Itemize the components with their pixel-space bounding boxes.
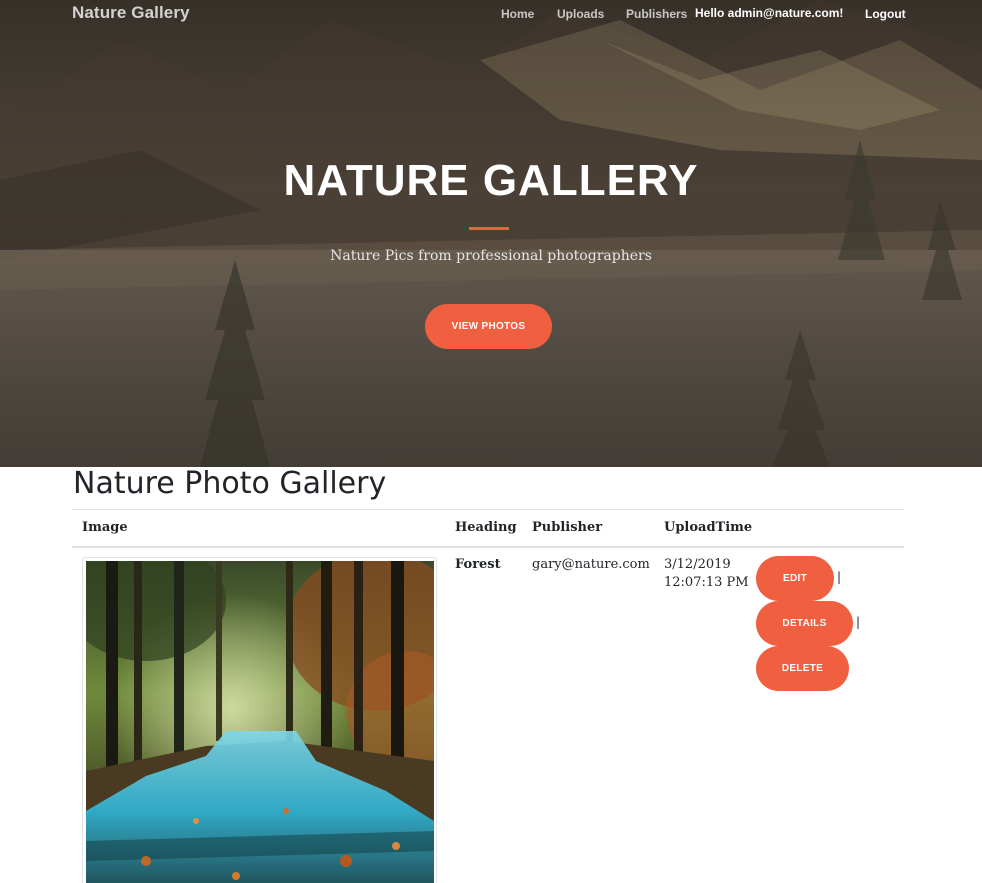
view-photos-button[interactable]: VIEW PHOTOS [425, 304, 552, 349]
details-button[interactable]: DETAILS [756, 601, 853, 646]
logout-link[interactable]: Logout [865, 7, 906, 21]
action-separator: | [856, 615, 861, 629]
column-header-image: Image [82, 520, 128, 535]
table-top-rule [72, 509, 904, 510]
nav-link-home[interactable]: Home [501, 7, 534, 21]
page-title: Nature Photo Gallery [73, 466, 387, 501]
column-header-heading: Heading [455, 520, 517, 535]
nav-link-publishers[interactable]: Publishers [626, 7, 687, 21]
hero-divider [469, 227, 509, 230]
row-publisher: gary@nature.com [532, 557, 650, 572]
column-header-publisher: Publisher [532, 520, 603, 535]
navbar-brand[interactable]: Nature Gallery [72, 3, 190, 23]
edit-button[interactable]: EDIT [756, 556, 834, 601]
row-upload-time: 12:07:13 PM [664, 575, 749, 590]
nav-link-uploads[interactable]: Uploads [557, 7, 604, 21]
hero-subtitle: Nature Pics from professional photograph… [330, 248, 652, 264]
user-greeting[interactable]: Hello admin@nature.com! [695, 6, 843, 20]
row-heading: Forest [455, 557, 501, 572]
table-header-rule [72, 546, 904, 548]
forest-stream-photo [86, 561, 434, 883]
hero-overlay [0, 0, 982, 467]
photo-thumbnail[interactable] [82, 557, 437, 883]
hero-title: NATURE GALLERY [283, 156, 699, 205]
row-upload-date: 3/12/2019 [664, 557, 731, 572]
delete-button[interactable]: DELETE [756, 646, 849, 691]
column-header-uploadtime: UploadTime [664, 520, 753, 535]
hero-section: Nature Gallery Home Uploads Publishers H… [0, 0, 982, 467]
action-separator: | [837, 570, 842, 584]
